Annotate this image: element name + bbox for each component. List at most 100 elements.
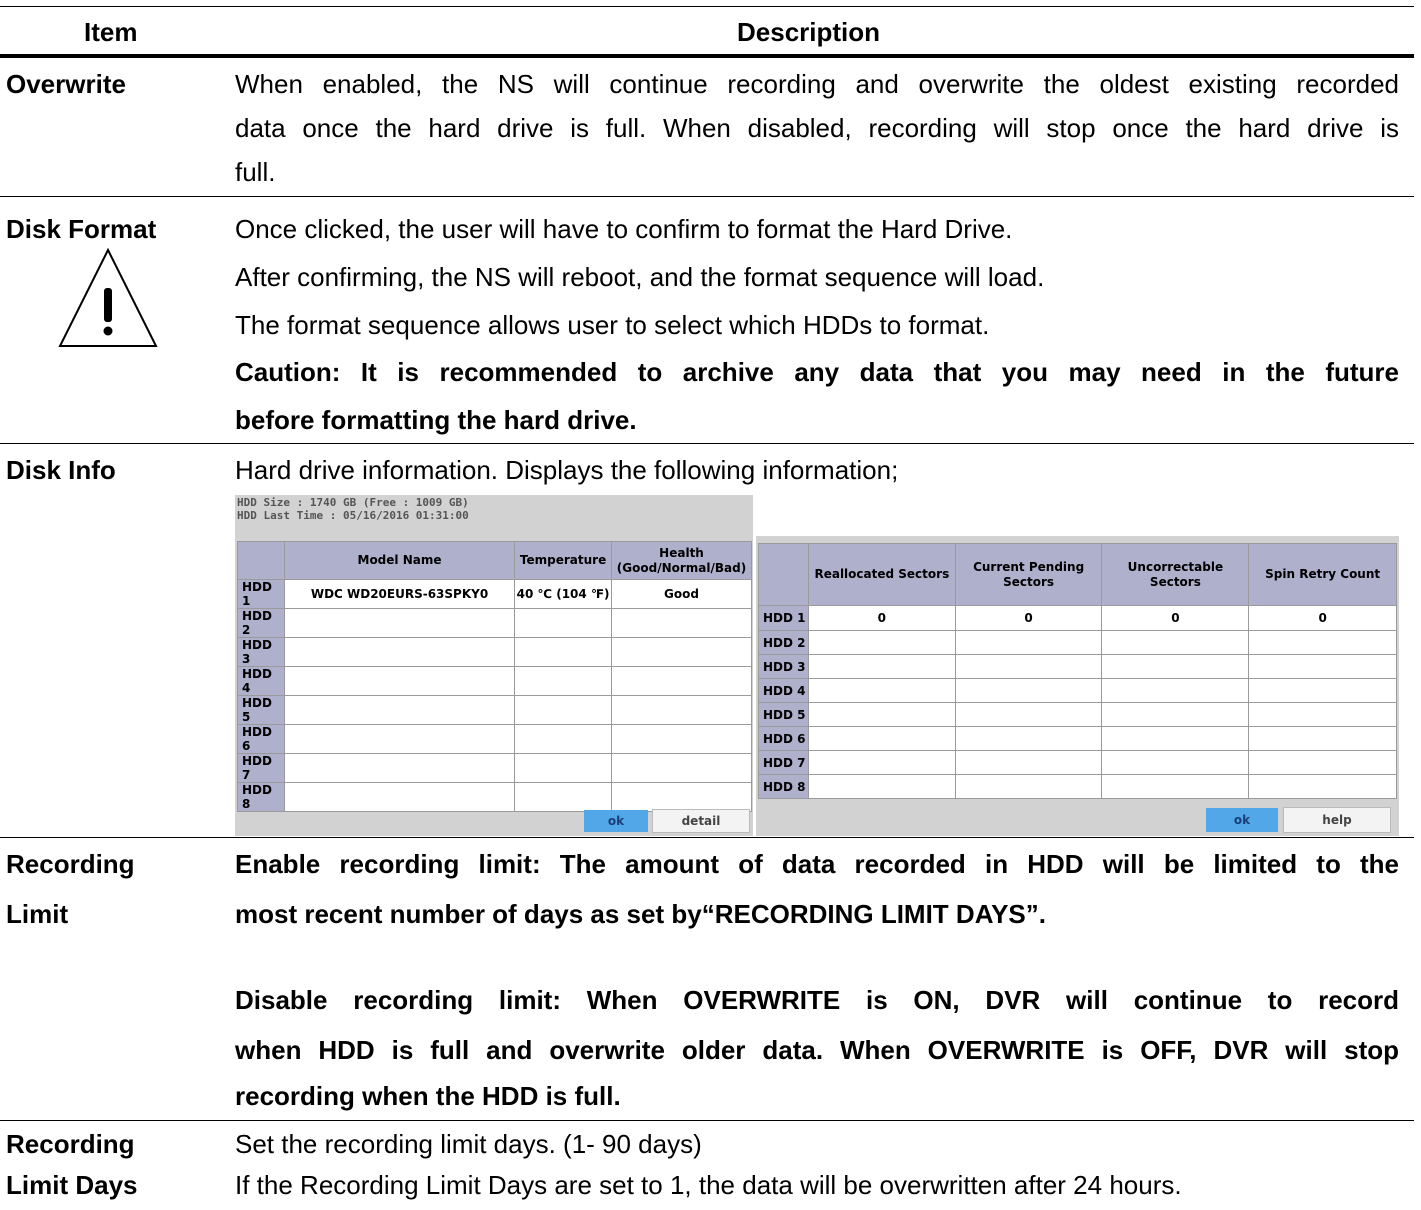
cell-uncorrectable [1101,630,1250,655]
cell-health [611,637,752,667]
warning-triangle-icon [58,247,158,347]
row-hdd-label: HDD 7 [758,750,809,775]
cell-model [283,666,516,696]
table-row: HDD 3 [758,654,1397,679]
cell-pending [954,654,1103,679]
help-button[interactable]: help [1283,807,1391,833]
cell-spin-retry [1248,654,1397,679]
recording-limit-days-text-2: If the Recording Limit Days are set to 1… [235,1170,1182,1200]
disk-format-caution-2: before formatting the hard drive. [235,405,637,435]
table-row: HDD 7 [237,753,752,783]
table-row: HDD 2 [237,608,752,638]
cell-pending [954,726,1103,751]
row-hdd-label: HDD 4 [237,666,285,696]
table-row: HDD 8 [758,774,1397,799]
table-header-temperature: Temperature [514,541,613,580]
cell-model [283,782,516,812]
table-row: HDD 2 [758,630,1397,655]
cell-pending [954,774,1103,799]
detail-button[interactable]: detail [652,809,750,833]
disk-format-label: Disk Format [6,214,157,244]
cell-temp [514,695,613,725]
table-header-reallocated: Reallocated Sectors [807,543,956,606]
cell-pending [954,750,1103,775]
cell-health [611,724,752,754]
disk-format-caution-1: Caution: It is recommended to archive an… [235,357,1399,387]
disk-info-text: Hard drive information. Displays the fol… [235,455,899,485]
row-hdd-label: HDD 1 [758,605,809,631]
row-rule [0,1120,1414,1121]
cell-temp [514,782,613,812]
row-hdd-label: HDD 8 [237,782,285,812]
cell-health [611,782,752,812]
ok-button[interactable]: ok [1206,808,1278,832]
cell-uncorrectable [1101,774,1250,799]
disk-info-table-right: Reallocated Sectors Current Pending Sect… [758,543,1397,799]
cell-uncorrectable [1101,726,1250,751]
cell-reallocated [807,654,956,679]
row-hdd-label: HDD 2 [758,630,809,655]
table-row: HDD 4 [237,666,752,696]
recording-limit-disable-1: Disable recording limit: When OVERWRITE … [235,985,1399,1015]
cell-model [283,724,516,754]
disk-format-text-3: The format sequence allows user to selec… [235,310,990,340]
row-rule [0,196,1414,197]
table-header-spin-retry: Spin Retry Count [1248,543,1397,606]
cell-spin-retry [1248,750,1397,775]
row-hdd-label: HDD 6 [758,726,809,751]
cell-spin-retry [1248,726,1397,751]
row-hdd-label: HDD 8 [758,774,809,799]
cell-reallocated [807,678,956,703]
cell-temp: 40 ℃ (104 ℉) [514,579,613,609]
cell-reallocated: 0 [807,605,956,631]
cell-spin-retry [1248,702,1397,727]
cell-reallocated [807,774,956,799]
row-hdd-label: HDD 1 [237,579,285,609]
overwrite-text-1: When enabled, the NS will continue recor… [235,69,1399,99]
cell-reallocated [807,750,956,775]
cell-temp [514,637,613,667]
cell-uncorrectable [1101,702,1250,727]
cell-health [611,666,752,696]
recording-limit-days-label-2: Limit Days [6,1170,138,1200]
cell-uncorrectable [1101,750,1250,775]
table-header-uncorrectable: Uncorrectable Sectors [1101,543,1250,606]
row-hdd-label: HDD 6 [237,724,285,754]
cell-health [611,608,752,638]
row-hdd-label: HDD 5 [237,695,285,725]
overwrite-text-2: data once the hard drive is full. When d… [235,113,1399,143]
overwrite-label: Overwrite [6,69,126,99]
table-row: HDD 8 [237,782,752,812]
cell-health [611,753,752,783]
cell-temp [514,666,613,696]
cell-uncorrectable: 0 [1101,605,1250,631]
table-row: HDD 3 [237,637,752,667]
cell-uncorrectable [1101,678,1250,703]
hdd-last-time-text: HDD Last Time : 05/16/2016 01:31:00 [237,509,469,522]
disk-info-table-left: Model Name Temperature Health (Good/Norm… [237,541,752,812]
cell-reallocated [807,702,956,727]
recording-limit-enable-2: most recent number of days as set by“REC… [235,899,1046,929]
row-rule [0,837,1414,838]
cell-reallocated [807,726,956,751]
row-hdd-label: HDD 3 [758,654,809,679]
header-item: Item [84,17,138,47]
table-header-health: Health (Good/Normal/Bad) [611,541,752,580]
recording-limit-disable-3: recording when the HDD is full. [235,1081,621,1111]
cell-model [283,695,516,725]
ok-button[interactable]: ok [584,810,648,832]
table-header-pending: Current Pending Sectors [954,543,1103,606]
table-row: HDD 1 0 0 0 0 [758,605,1397,631]
table-header-blank [758,543,809,606]
cell-temp [514,608,613,638]
cell-spin-retry: 0 [1248,605,1397,631]
row-hdd-label: HDD 3 [237,637,285,667]
cell-pending [954,702,1103,727]
cell-health: Good [611,579,752,609]
cell-reallocated [807,630,956,655]
table-row: HDD 1 WDC WD20EURS-63SPKY0 40 ℃ (104 ℉) … [237,579,752,609]
cell-health [611,695,752,725]
recording-limit-disable-2: when HDD is full and overwrite older dat… [235,1035,1399,1065]
cell-model [283,753,516,783]
cell-temp [514,753,613,783]
